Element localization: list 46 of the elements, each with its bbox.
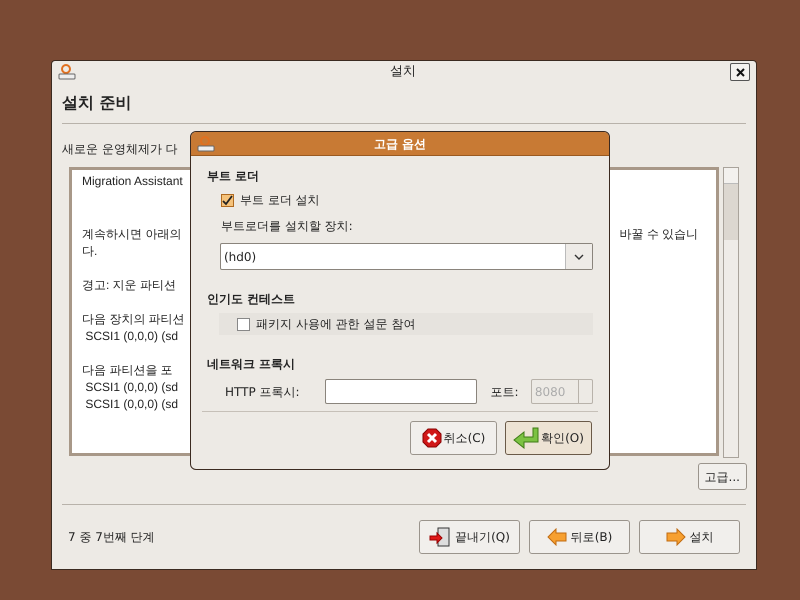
- field-label: HTTP 프록시:: [225, 384, 301, 400]
- summary-line: SCSI1 (0,0,0) (sd: [84, 379, 178, 395]
- summary-line: 바꿀 수 있습니: [620, 226, 698, 242]
- left-arrow-icon: [546, 528, 567, 546]
- caret-icon: [574, 254, 584, 260]
- window-title: 설치: [389, 63, 417, 82]
- http-proxy-field[interactable]: [324, 379, 476, 404]
- summary-line: 계속하시면 아래의: [82, 226, 182, 242]
- back-button[interactable]: 뒤로(B): [529, 520, 630, 554]
- checkbox[interactable]: [237, 318, 250, 330]
- close-icon: [736, 68, 744, 76]
- installer-icon: [197, 136, 215, 152]
- quit-button[interactable]: 끝내기(Q): [419, 520, 520, 554]
- step-indicator: 7 중 7번째 단계: [68, 529, 156, 546]
- summary-line: 경고: 지운 파티션: [82, 277, 176, 293]
- summary-line: 다음 장치의 파티션: [82, 311, 185, 327]
- field-label: 포트:: [490, 384, 520, 400]
- forward-button[interactable]: 설치: [639, 520, 740, 554]
- summary-line: 다.: [82, 243, 98, 259]
- right-arrow-icon: [666, 528, 686, 546]
- cancel-icon: [422, 428, 442, 448]
- dialog-title: 고급 옵션: [372, 136, 428, 152]
- checkmark-icon: [222, 194, 233, 206]
- scrollbar[interactable]: [723, 167, 739, 458]
- checkbox-label: 부트 로더 설치: [240, 192, 320, 209]
- installer-icon: [58, 64, 76, 80]
- summary-line: 다음 파티션을 포: [82, 362, 173, 378]
- section-heading: 네트워크 프록시: [207, 356, 296, 373]
- field-label: 부트로더를 설치할 장치:: [221, 218, 354, 235]
- section-heading: 인기도 컨테스트: [207, 291, 296, 308]
- ok-button[interactable]: 확인(O): [505, 421, 592, 455]
- cancel-button[interactable]: 취소(C): [410, 421, 497, 455]
- checkbox[interactable]: [221, 194, 234, 206]
- summary-line: SCSI1 (0,0,0) (sd: [84, 328, 178, 344]
- enter-arrow-icon: [513, 427, 540, 449]
- combo-value: (hd0): [223, 248, 258, 266]
- intro-text: 새로운 운영체제가 다: [62, 141, 178, 158]
- section-heading: 부트 로더: [207, 168, 260, 185]
- door-exit-icon: [429, 527, 452, 547]
- device-combo-box[interactable]: (hd0): [220, 243, 593, 270]
- advanced-button[interactable]: 고급...: [698, 463, 747, 490]
- summary-line: SCSI1 (0,0,0) (sd: [84, 396, 178, 412]
- close-button[interactable]: [730, 63, 750, 81]
- checkbox-label: 패키지 사용에 관한 설문 참여: [256, 316, 416, 333]
- summary-line: Migration Assistant: [82, 173, 183, 189]
- page-heading: 설치 준비: [62, 92, 133, 114]
